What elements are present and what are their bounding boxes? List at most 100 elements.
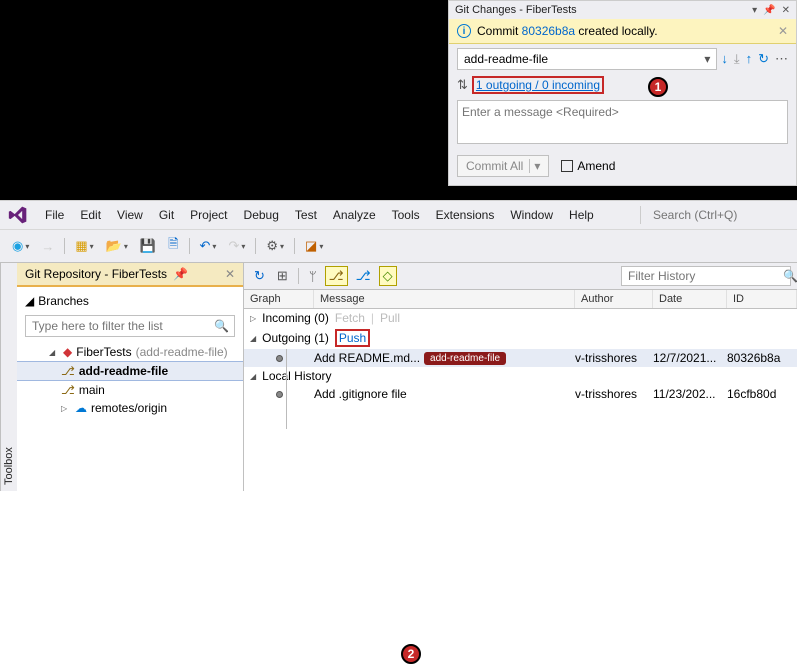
chevron-down-icon: ▾ <box>704 52 710 66</box>
menu-analyze[interactable]: Analyze <box>326 206 383 224</box>
search-box <box>640 206 789 224</box>
header-graph[interactable]: Graph <box>244 290 314 308</box>
commit-author: v-trisshores <box>575 351 653 365</box>
collapse-icon[interactable]: ◢ <box>25 294 34 308</box>
collapse-icon[interactable]: ◢ <box>250 334 256 343</box>
history-filter-input[interactable] <box>628 269 783 283</box>
menu-debug[interactable]: Debug <box>237 206 286 224</box>
expand-icon[interactable]: ▷ <box>61 404 71 413</box>
panel-window-controls: ▾ 📌 ✕ <box>752 5 790 16</box>
nav-fwd-button[interactable]: → <box>37 237 58 256</box>
outgoing-section[interactable]: ◢ Outgoing (1) Push <box>244 327 797 349</box>
callout-1: 1 <box>648 77 668 97</box>
branch-graph-button[interactable]: ᛘ <box>305 267 321 286</box>
collapse-icon[interactable]: ◢ <box>49 348 59 357</box>
local-history-label: Local History <box>262 369 331 383</box>
amend-checkbox-row[interactable]: Amend <box>561 159 615 173</box>
branch-main[interactable]: ⎇ main <box>17 381 243 399</box>
close-icon[interactable]: ✕ <box>782 5 790 16</box>
local-history-section[interactable]: ◢ Local History <box>244 367 797 385</box>
new-button[interactable]: ▦ <box>71 236 97 256</box>
incoming-section[interactable]: ▷ Incoming (0) Fetch | Pull <box>244 309 797 327</box>
push-link[interactable]: Push <box>335 329 370 347</box>
menu-test[interactable]: Test <box>288 206 324 224</box>
toolbar-separator <box>189 238 190 254</box>
saveall-button[interactable]: 🗎 <box>164 233 182 259</box>
repo-branch-suffix: (add-readme-file) <box>136 345 228 359</box>
dropdown-icon[interactable]: ▾ <box>752 5 757 16</box>
filter-tags-button[interactable]: ◇ <box>379 266 397 286</box>
filter-remote-button[interactable]: ⎇ <box>352 266 375 286</box>
remotes-node[interactable]: ▷ ☁ remotes/origin <box>17 399 243 417</box>
commit-split-icon[interactable]: ▾ <box>529 159 540 173</box>
branch-add-readme-file[interactable]: ⎇ add-readme-file <box>17 361 243 381</box>
toolbar-separator <box>294 238 295 254</box>
header-message[interactable]: Message <box>314 290 575 308</box>
close-icon[interactable]: ✕ <box>225 267 235 281</box>
menu-view[interactable]: View <box>110 206 150 224</box>
pin-icon[interactable]: 📌 <box>173 267 188 281</box>
commit-message-input[interactable] <box>457 100 788 144</box>
search-input[interactable] <box>649 206 789 224</box>
info-icon: i <box>457 24 471 38</box>
menu-edit[interactable]: Edit <box>73 206 108 224</box>
fetch-icon[interactable]: ↓ <box>721 51 728 67</box>
search-icon[interactable]: 🔍 <box>214 319 229 333</box>
commit-all-label: Commit All <box>466 159 523 173</box>
config-button[interactable]: ⚙ <box>262 236 288 256</box>
fetch-link[interactable]: Fetch <box>335 311 365 325</box>
menu-help[interactable]: Help <box>562 206 601 224</box>
history-filter-box: 🔍 ▾ <box>621 266 791 286</box>
branch-filter-input[interactable] <box>25 315 235 337</box>
repo-node[interactable]: ◢ ◆ FiberTests (add-readme-file) <box>17 343 243 361</box>
header-id[interactable]: ID <box>727 290 797 308</box>
outgoing-label: Outgoing (1) <box>262 331 329 345</box>
branches-header[interactable]: ◢ Branches <box>17 291 243 311</box>
undo-button[interactable]: ↶ <box>196 236 221 256</box>
commit-row-0[interactable]: Add README.md... add-readme-file v-triss… <box>244 349 797 367</box>
top-black-area: Git Changes - FiberTests ▾ 📌 ✕ i Commit … <box>0 0 797 200</box>
pull-link[interactable]: Pull <box>380 311 400 325</box>
toolbar-separator <box>64 238 65 254</box>
repo-document-tab[interactable]: Git Repository - FiberTests 📌 ✕ <box>17 263 243 287</box>
commit-row: Commit All ▾ Amend <box>449 155 796 185</box>
search-icon[interactable]: 🔍 <box>783 269 797 283</box>
branch-icon: ⎇ <box>61 364 75 378</box>
expand-icon[interactable]: ▷ <box>250 314 256 323</box>
collapse-icon[interactable]: ◢ <box>250 372 256 381</box>
header-date[interactable]: Date <box>653 290 727 308</box>
outgoing-incoming-link[interactable]: 1 outgoing / 0 incoming <box>472 76 604 94</box>
redo-button[interactable]: ↷ <box>224 236 249 256</box>
commit-row-1[interactable]: Add .gitignore file v-trisshores 11/23/2… <box>244 385 797 403</box>
menu-git[interactable]: Git <box>152 206 181 224</box>
pin-icon[interactable]: 📌 <box>763 5 775 16</box>
menu-file[interactable]: File <box>38 206 71 224</box>
commit-all-button[interactable]: Commit All ▾ <box>457 155 549 177</box>
branch-dropdown[interactable]: add-readme-file ▾ <box>457 48 717 70</box>
git-repo-pane: Git Repository - FiberTests 📌 ✕ ◢ Branch… <box>17 263 244 491</box>
sync-icon[interactable]: ↻ <box>758 51 769 67</box>
commit-link[interactable]: 80326b8a <box>522 24 575 38</box>
menu-extensions[interactable]: Extensions <box>429 206 502 224</box>
header-author[interactable]: Author <box>575 290 653 308</box>
git-changes-button[interactable]: ◪ <box>301 236 327 256</box>
save-button[interactable]: 💾 <box>136 236 160 256</box>
menu-tools[interactable]: Tools <box>385 206 427 224</box>
refresh-button[interactable]: ↻ <box>250 266 269 286</box>
amend-checkbox[interactable] <box>561 160 573 172</box>
vs-logo-icon <box>8 205 28 225</box>
graph-toggle-button[interactable]: ⊞ <box>273 266 292 286</box>
menu-project[interactable]: Project <box>183 206 234 224</box>
pull-icon[interactable]: ⤓ <box>734 51 740 67</box>
more-icon[interactable]: ⋯ <box>775 51 788 67</box>
branch-selector-row: add-readme-file ▾ ↓ ⤓ ↑ ↻ ⋯ <box>449 44 796 74</box>
nav-back-button[interactable]: ◉ <box>8 236 33 256</box>
callout-2: 2 <box>401 644 421 664</box>
push-icon[interactable]: ↑ <box>746 51 753 67</box>
open-button[interactable]: 📂 <box>102 236 132 256</box>
info-close-icon[interactable]: ✕ <box>778 24 788 38</box>
toolbox-tab[interactable]: Toolbox <box>0 263 17 491</box>
graph-dot-icon <box>276 355 283 362</box>
filter-local-button[interactable]: ⎇ <box>325 266 348 286</box>
menu-window[interactable]: Window <box>503 206 560 224</box>
